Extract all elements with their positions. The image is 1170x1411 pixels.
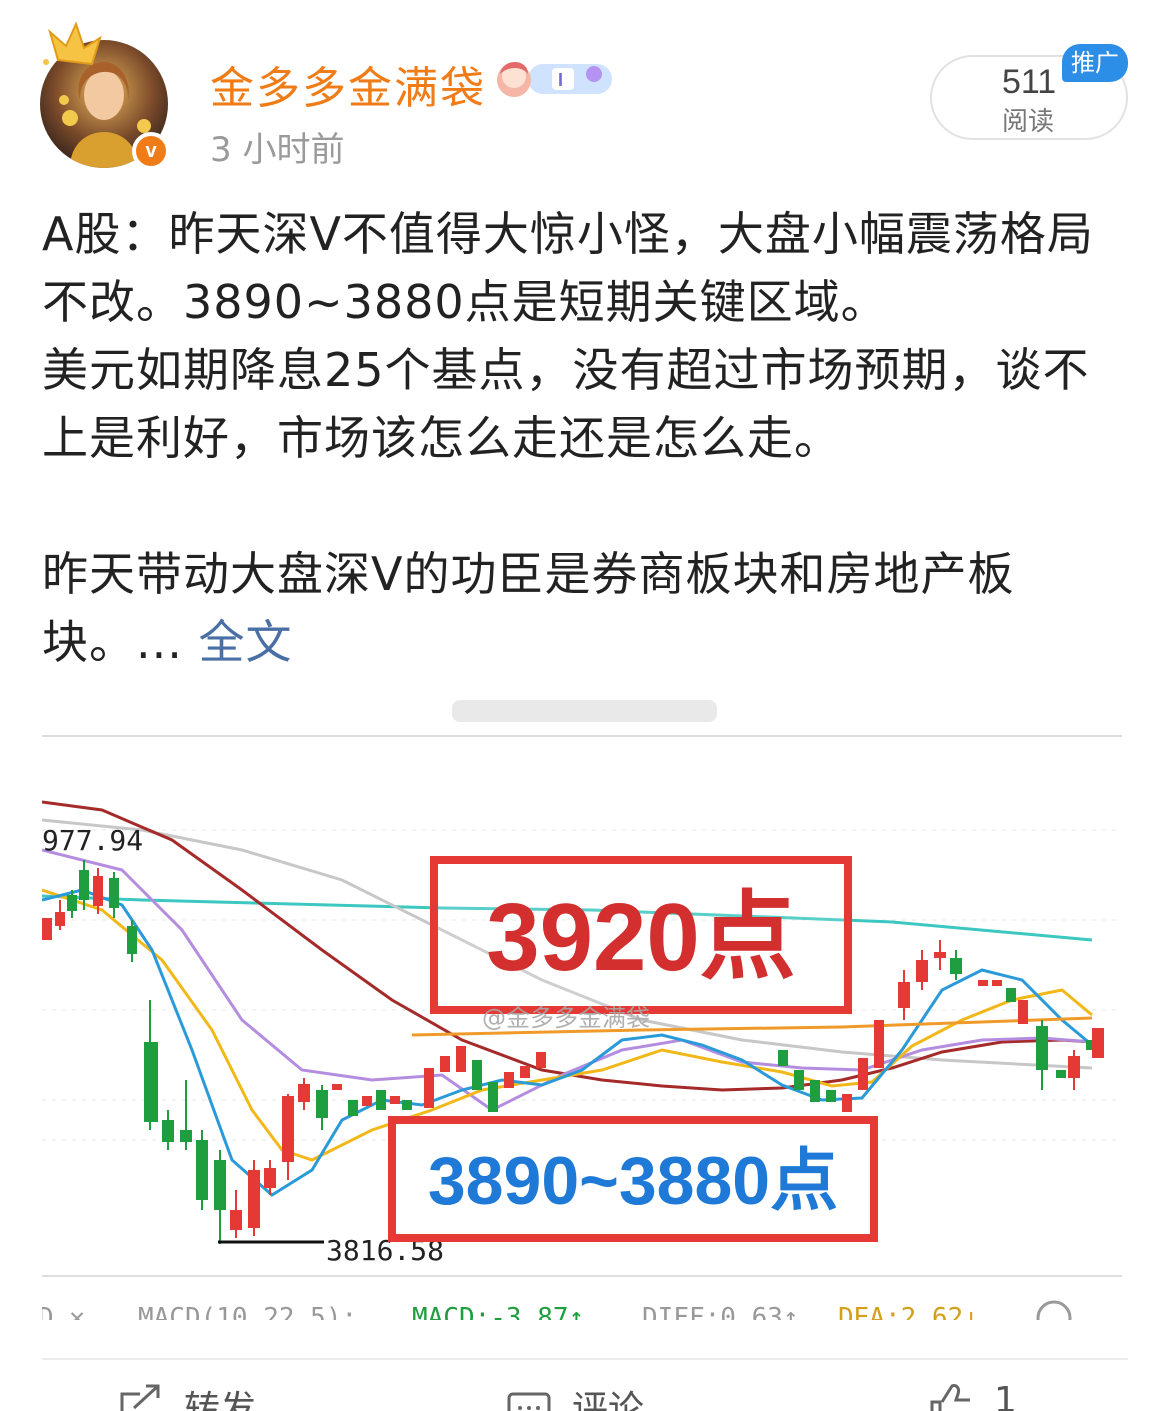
repost-button[interactable]: 转发	[118, 1380, 256, 1411]
indicator-macd-params: MACD(10,22,5):	[138, 1303, 357, 1320]
read-label: 阅读	[1002, 107, 1055, 137]
verified-v-icon: v	[132, 132, 170, 170]
post-paragraph-2: 美元如期降息25个基点，没有超过市场预期，谈不上是利好，市场该怎么走还是怎么走。	[42, 343, 1090, 465]
blurred-strip	[452, 700, 717, 722]
divider	[42, 1358, 1128, 1360]
indicator-dea: DEA:2.62↓	[838, 1303, 979, 1320]
username[interactable]: 金多多金满袋	[210, 52, 486, 116]
indicator-left: D ✕	[42, 1303, 85, 1320]
post-paragraph-1: A股：昨天深Ⅴ不值得大惊小怪，大盘小幅震荡格局不改。3890~3880点是短期关…	[42, 207, 1094, 329]
promo-tag: 推广	[1062, 44, 1128, 82]
read-more-link[interactable]: 全文	[199, 615, 293, 669]
comment-icon	[507, 1392, 551, 1411]
indicator-strip: D ✕ MACD(10,22,5): MACD:-3.87↑ DIFF:0.63…	[42, 1303, 979, 1320]
post-paragraph-3: 昨天带动大盘深Ⅴ的功臣是券商板块和房地产板块。... 全文	[42, 540, 1132, 676]
post-image[interactable]: 977.94 3816.58 3920点 @金多多金满袋 3890~3880点 …	[42, 690, 1122, 1320]
resistance-box-text: 3920点	[486, 884, 796, 991]
repost-label: 转发	[184, 1389, 257, 1411]
avatar-container[interactable]: v	[40, 21, 170, 170]
comment-button[interactable]: 评论	[506, 1380, 644, 1411]
post-body: A股：昨天深Ⅴ不值得大惊小怪，大盘小幅震荡格局不改。3890~3880点是短期关…	[42, 200, 1132, 676]
thumbs-up-icon	[930, 1384, 970, 1411]
post-paragraph-3-text: 昨天带动大盘深Ⅴ的功臣是券商板块和房地产板块。...	[42, 547, 1015, 669]
read-count: 511	[1002, 63, 1057, 101]
watermark-text: @金多多金满袋	[482, 1004, 650, 1032]
svg-text:I: I	[558, 70, 563, 90]
support-box-text: 3890~3880点	[428, 1143, 838, 1219]
indicator-diff: DIFF:0.63↑	[642, 1303, 799, 1320]
like-button[interactable]: 1	[928, 1380, 1017, 1411]
post-time: 3 小时前	[210, 130, 345, 170]
comment-label: 评论	[572, 1389, 645, 1411]
like-count: 1	[994, 1380, 1017, 1411]
chart-high-label: 977.94	[42, 824, 143, 857]
repost-icon	[120, 1384, 160, 1411]
indicator-macd: MACD:-3.87↑	[412, 1303, 584, 1320]
candlesticks	[42, 860, 412, 1244]
indicator-settings-icon	[1036, 1300, 1072, 1320]
stock-chart-image: 977.94 3816.58 3920点 @金多多金满袋 3890~3880点 …	[42, 700, 1122, 1320]
crown-icon	[43, 21, 102, 66]
user-badge-icons: I	[497, 62, 612, 97]
action-bar: 转发 评论 1	[0, 1380, 1170, 1411]
post-header: v 金多多金满袋 I 3 小时前 511 阅读 推广	[0, 0, 1170, 190]
